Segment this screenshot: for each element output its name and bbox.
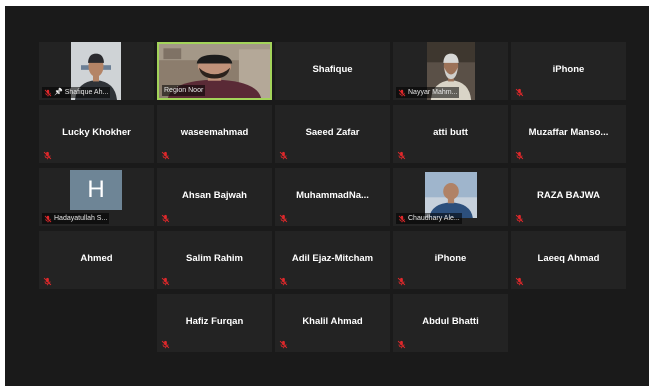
gallery-view: 📌 Shafique Ah... Region Noor Shafique Nayyar… — [5, 6, 649, 386]
mic-muted-icon — [398, 89, 406, 97]
avatar: H — [70, 170, 122, 210]
mic-muted-icon — [279, 340, 288, 349]
participant-name: iPhone — [434, 253, 467, 264]
name-caption: Nayyar Mahm... — [396, 87, 460, 98]
participant-tile[interactable]: Adil Ejaz-Mitcham — [275, 231, 390, 289]
participant-tile[interactable]: RAZA BAJWA — [511, 168, 626, 226]
mic-muted-icon — [161, 277, 170, 286]
mic-muted-icon — [279, 277, 288, 286]
participant-tile[interactable]: Ahmed — [39, 231, 154, 289]
participant-name: Laeeq Ahmad — [537, 253, 600, 264]
participant-name: atti butt — [433, 127, 468, 138]
mic-muted-icon — [161, 214, 170, 223]
participant-name: Shafique — [312, 64, 353, 75]
participant-name: Saeed Zafar — [305, 127, 360, 138]
mic-muted-icon — [279, 214, 288, 223]
participant-tile[interactable]: Salim Rahim — [157, 231, 272, 289]
mic-muted-icon — [161, 340, 170, 349]
participant-name: iPhone — [552, 64, 585, 75]
participant-name: Hadayatullah S... — [54, 215, 108, 222]
participant-tile[interactable]: iPhone — [393, 231, 508, 289]
participant-tile[interactable]: Hafiz Furqan — [157, 294, 272, 352]
name-caption: 📌 Shafique Ah... — [42, 87, 111, 98]
participant-name: Abdul Bhatti — [422, 316, 479, 327]
participant-tile[interactable]: 📌 Shafique Ah... — [39, 42, 154, 100]
participant-name: Shafique Ah... — [64, 89, 109, 96]
participant-name: RAZA BAJWA — [537, 190, 600, 201]
mic-muted-icon — [43, 277, 52, 286]
participant-tile[interactable]: Shafique — [275, 42, 390, 100]
participant-name: Ahmed — [80, 253, 113, 264]
participant-tile[interactable]: Laeeq Ahmad — [511, 231, 626, 289]
participant-name: Nayyar Mahm... — [408, 89, 458, 96]
mic-muted-icon — [515, 277, 524, 286]
participant-name: Region Noor — [164, 87, 204, 94]
participant-tile[interactable]: Chaudhary Ale... — [393, 168, 508, 226]
profile-photo — [425, 172, 477, 218]
participant-tile[interactable]: Saeed Zafar — [275, 105, 390, 163]
participant-tile[interactable]: waseemahmad — [157, 105, 272, 163]
pin-icon: 📌 — [54, 89, 63, 96]
participant-tile[interactable]: Khalil Ahmad — [275, 294, 390, 352]
participant-tile[interactable]: Lucky Khokher — [39, 105, 154, 163]
mic-muted-icon — [43, 151, 52, 160]
participant-name: Chaudhary Ale... — [408, 215, 460, 222]
mic-muted-icon — [161, 151, 170, 160]
participant-name: Ahsan Bajwah — [182, 190, 247, 201]
participant-name: Salim Rahim — [185, 253, 244, 264]
participant-name: waseemahmad — [180, 127, 249, 138]
name-caption: Chaudhary Ale... — [396, 213, 462, 224]
participant-tile[interactable]: H Hadayatullah S... — [39, 168, 154, 226]
mic-muted-icon — [397, 340, 406, 349]
mic-muted-icon — [515, 214, 524, 223]
participant-tile[interactable]: Muzaffar Manso... — [511, 105, 626, 163]
participant-name: Muzaffar Manso... — [528, 127, 609, 138]
participant-name: MuhammadNa... — [296, 190, 369, 201]
name-caption: Region Noor — [162, 85, 206, 96]
mic-muted-icon — [515, 151, 524, 160]
participant-tile[interactable]: Nayyar Mahm... — [393, 42, 508, 100]
participant-name: Khalil Ahmad — [302, 316, 363, 327]
participant-name: Lucky Khokher — [62, 127, 131, 138]
participant-tile[interactable]: Region Noor — [157, 42, 272, 100]
participant-tile[interactable]: Abdul Bhatti — [393, 294, 508, 352]
mic-muted-icon — [44, 215, 52, 223]
mic-muted-icon — [398, 215, 406, 223]
mic-muted-icon — [515, 88, 524, 97]
mic-muted-icon — [44, 89, 52, 97]
participant-name: Hafiz Furqan — [185, 316, 244, 327]
participant-tile[interactable]: iPhone — [511, 42, 626, 100]
participant-tile[interactable]: Ahsan Bajwah — [157, 168, 272, 226]
mic-muted-icon — [279, 151, 288, 160]
participant-name: Adil Ejaz-Mitcham — [291, 253, 374, 264]
mic-muted-icon — [397, 277, 406, 286]
participant-tile[interactable]: atti butt — [393, 105, 508, 163]
participant-tile[interactable]: MuhammadNa... — [275, 168, 390, 226]
mic-muted-icon — [397, 151, 406, 160]
name-caption: Hadayatullah S... — [42, 213, 110, 224]
